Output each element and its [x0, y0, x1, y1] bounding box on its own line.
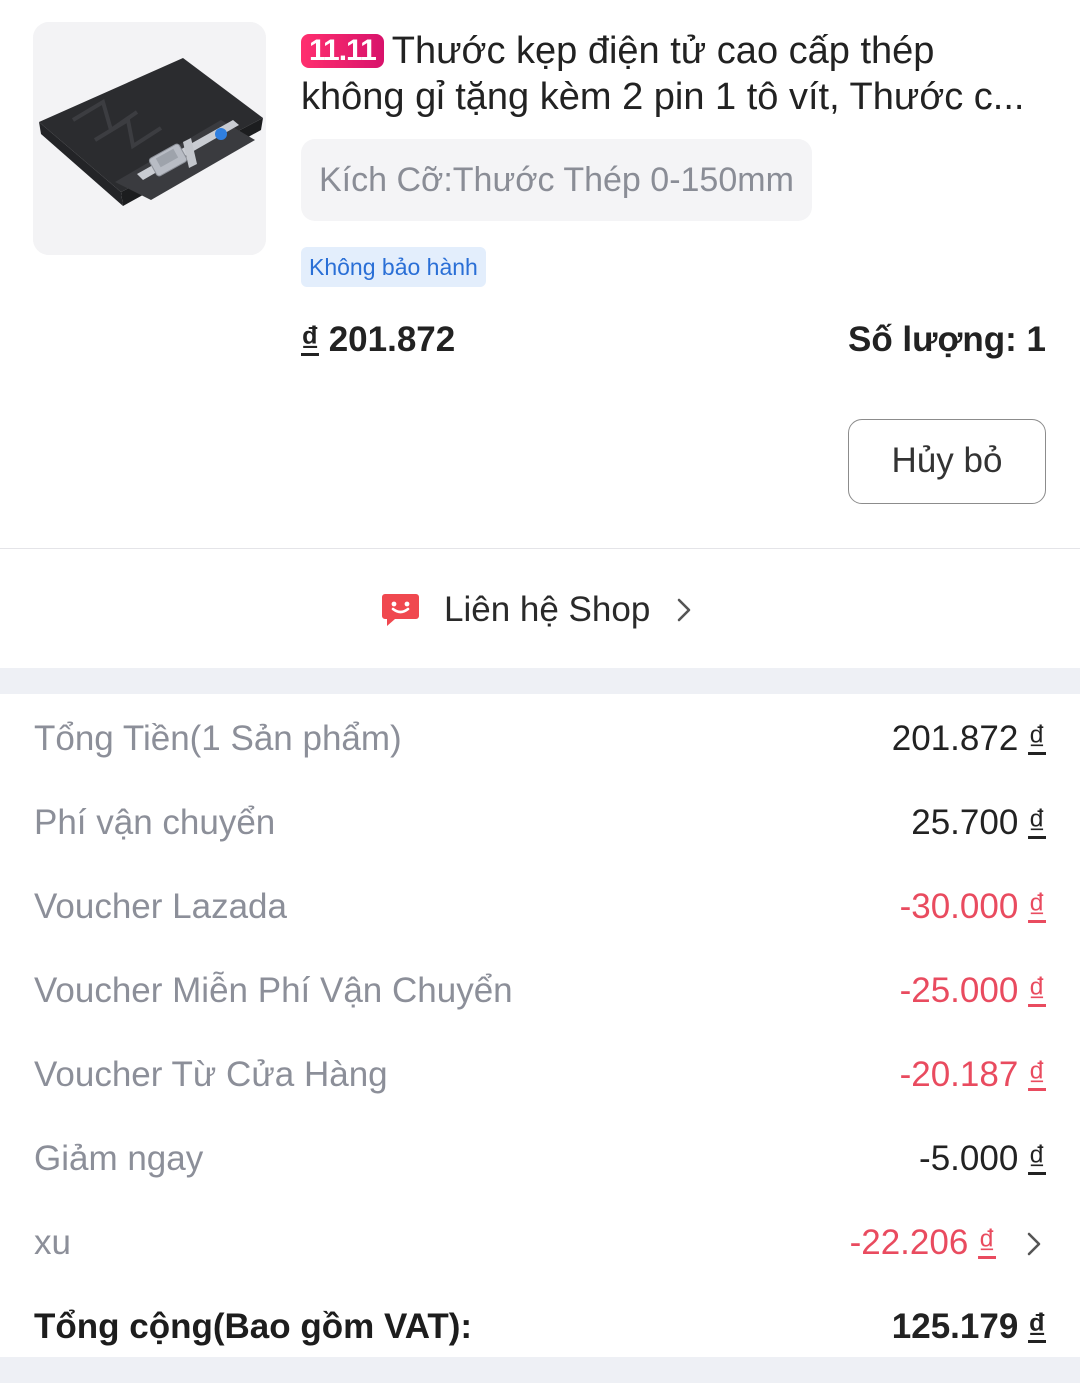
summary-row-total: Tổng cộng(Bao gồm VAT): 125.179 ₫	[0, 1305, 1080, 1349]
product-title[interactable]: 11.11 Thước kẹp điện tử cao cấp thép khôn…	[301, 28, 1046, 120]
warranty-badge: Không bảo hành	[301, 247, 486, 287]
shipping-value: 25.700 ₫	[911, 801, 1046, 845]
product-title-text-1: Thước kẹp điện tử cao cấp thép	[391, 30, 935, 72]
store-voucher-value: -20.187 ₫	[900, 1053, 1046, 1097]
total-label: Tổng cộng(Bao gồm VAT):	[34, 1307, 473, 1346]
summary-row-free-shipping-voucher: Voucher Miễn Phí Vận Chuyển -25.000 ₫	[0, 969, 1080, 1013]
instant-discount-label: Giảm ngay	[34, 1139, 204, 1178]
free-shipping-voucher-amount: -25.000	[899, 971, 1019, 1010]
summary-row-store-voucher: Voucher Từ Cửa Hàng -20.187 ₫	[0, 1053, 1080, 1097]
caliper-case-illustration	[33, 22, 266, 255]
chevron-right-icon	[677, 598, 691, 622]
promo-11-11-badge: 11.11	[301, 34, 384, 68]
currency-symbol: ₫	[1028, 1307, 1046, 1346]
subtotal-label: Tổng Tiền(1 Sản phẩm)	[34, 719, 402, 758]
contact-shop-label: Liên hệ Shop	[444, 590, 651, 629]
free-shipping-voucher-value: -25.000 ₫	[900, 969, 1046, 1013]
product-image[interactable]	[33, 22, 266, 255]
coins-label: xu	[34, 1223, 71, 1262]
voucher-lazada-amount: -30.000	[899, 887, 1019, 926]
currency-symbol: ₫	[1028, 1139, 1046, 1178]
summary-row-instant-discount: Giảm ngay -5.000 ₫	[0, 1137, 1080, 1181]
subtotal-value: 201.872 ₫	[892, 717, 1046, 761]
voucher-lazada-value: -30.000 ₫	[900, 885, 1046, 929]
item-price: ₫ 201.872	[301, 318, 455, 362]
cancel-button[interactable]: Hủy bỏ	[848, 419, 1046, 504]
contact-shop-button[interactable]: Liên hệ Shop	[381, 588, 692, 632]
currency-symbol: ₫	[978, 1223, 996, 1262]
currency-symbol: ₫	[301, 320, 319, 359]
store-voucher-label: Voucher Từ Cửa Hàng	[34, 1055, 388, 1094]
order-summary: Tổng Tiền(1 Sản phẩm) 201.872 ₫ Phí vận …	[0, 694, 1080, 1357]
currency-symbol: ₫	[1028, 1055, 1046, 1094]
item-price-value: 201.872	[328, 320, 456, 359]
instant-discount-amount: -5.000	[919, 1139, 1019, 1178]
total-amount: 125.179	[891, 1307, 1019, 1346]
item-quantity: Số lượng: 1	[847, 320, 1046, 359]
subtotal-amount: 201.872	[891, 719, 1019, 758]
summary-row-subtotal: Tổng Tiền(1 Sản phẩm) 201.872 ₫	[0, 717, 1080, 761]
summary-row-shipping: Phí vận chuyển 25.700 ₫	[0, 801, 1080, 845]
shipping-label: Phí vận chuyển	[34, 803, 276, 842]
coins-value: -22.206 ₫	[850, 1221, 996, 1265]
coins-amount: -22.206	[849, 1223, 969, 1262]
chevron-right-icon[interactable]	[1026, 1230, 1042, 1258]
currency-symbol: ₫	[1028, 887, 1046, 926]
instant-discount-value: -5.000 ₫	[919, 1137, 1046, 1181]
voucher-lazada-label: Voucher Lazada	[34, 887, 287, 926]
summary-row-voucher-lazada: Voucher Lazada -30.000 ₫	[0, 885, 1080, 929]
contact-shop-row[interactable]: Liên hệ Shop	[0, 549, 1080, 668]
product-title-line-1: 11.11 Thước kẹp điện tử cao cấp thép	[301, 28, 1046, 74]
shipping-amount: 25.700	[911, 803, 1019, 842]
store-voucher-amount: -20.187	[899, 1055, 1019, 1094]
currency-symbol: ₫	[1028, 803, 1046, 842]
chat-smile-icon	[382, 594, 419, 626]
order-item-card: 11.11 Thước kẹp điện tử cao cấp thép khôn…	[0, 0, 1080, 548]
currency-symbol: ₫	[1028, 719, 1046, 758]
product-title-line-2: không gỉ tặng kèm 2 pin 1 tô vít, Thước …	[301, 76, 1025, 118]
variant-chip: Kích Cỡ:Thước Thép 0-150mm	[301, 139, 812, 221]
free-shipping-voucher-label: Voucher Miễn Phí Vận Chuyển	[34, 971, 513, 1010]
total-value: 125.179 ₫	[892, 1305, 1046, 1349]
currency-symbol: ₫	[1028, 971, 1046, 1010]
summary-row-coins[interactable]: xu -22.206 ₫	[0, 1221, 1080, 1265]
